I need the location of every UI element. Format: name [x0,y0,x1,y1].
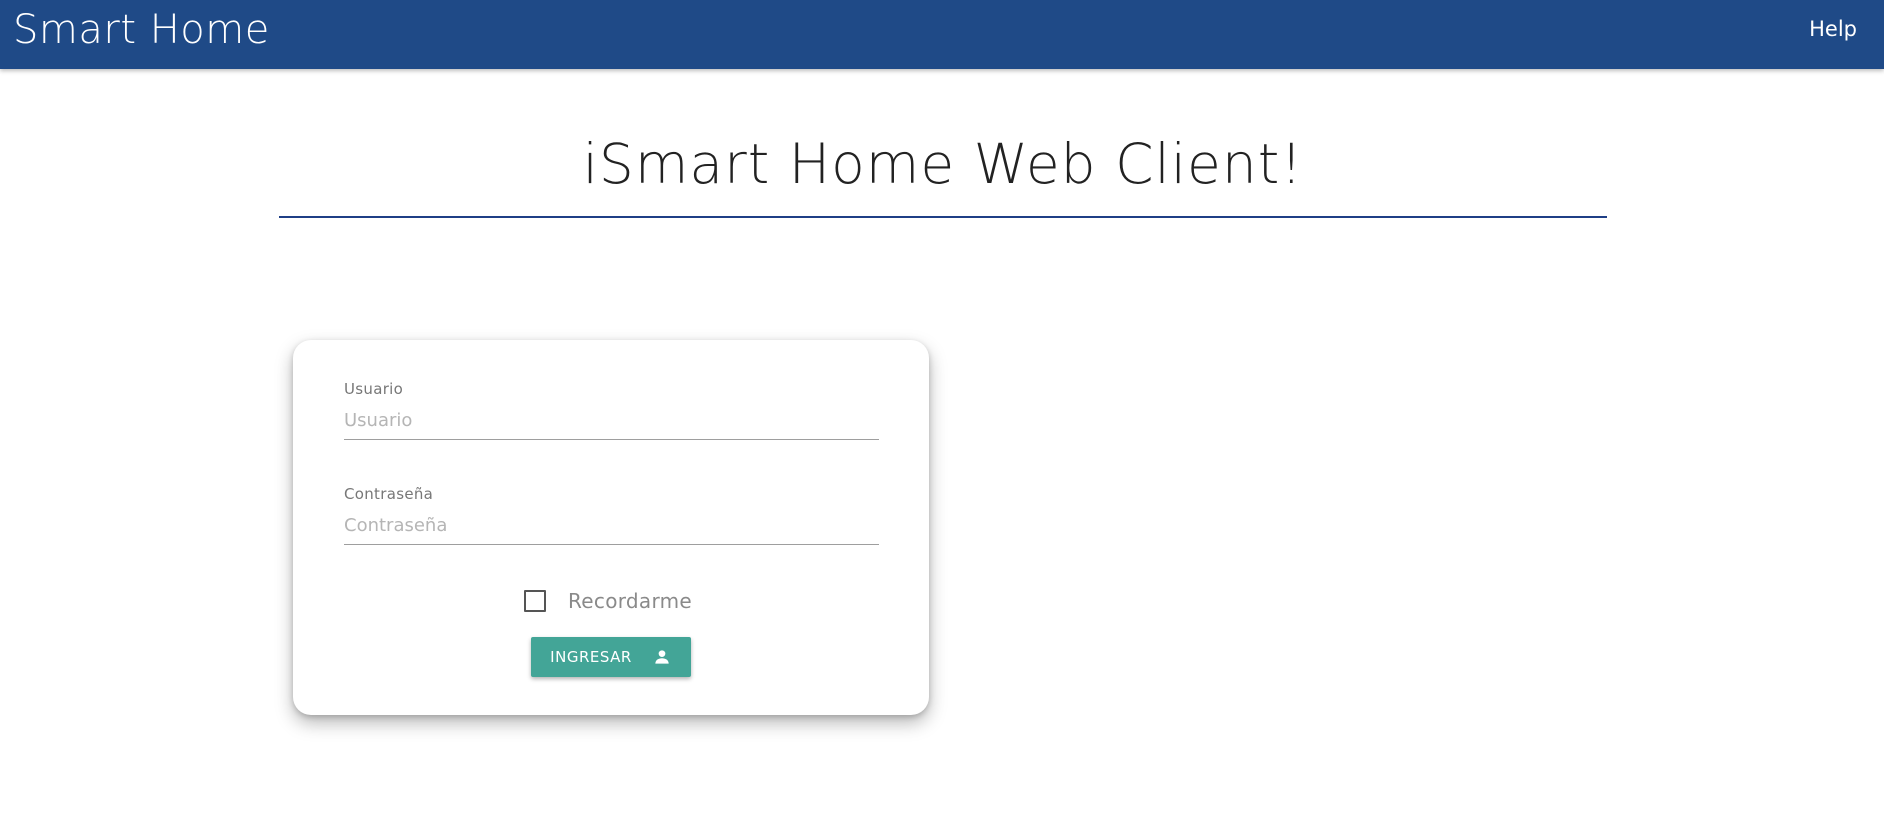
username-label: Usuario [344,380,404,398]
password-field-group: Contraseña [344,485,879,551]
login-button-label[interactable]: INGRESAR [550,648,632,666]
title-divider [279,216,1607,218]
person-icon [652,647,672,667]
password-input[interactable] [344,507,879,545]
username-input[interactable] [344,402,879,440]
login-card: Usuario Contraseña Recordarme INGRESAR [293,340,929,715]
password-label: Contraseña [344,485,434,503]
remember-me-label[interactable]: Recordarme [568,588,692,614]
page-title: iSmart Home Web Client! [582,132,1304,196]
top-navbar: Smart Home Help [0,0,1884,69]
help-link[interactable]: Help [1809,16,1857,42]
remember-me-checkbox[interactable] [524,590,546,612]
remember-me-row[interactable]: Recordarme [524,588,692,614]
login-button[interactable]: INGRESAR [531,637,691,677]
username-field-group: Usuario [344,380,879,446]
brand-logo-text[interactable]: Smart Home [13,6,270,54]
